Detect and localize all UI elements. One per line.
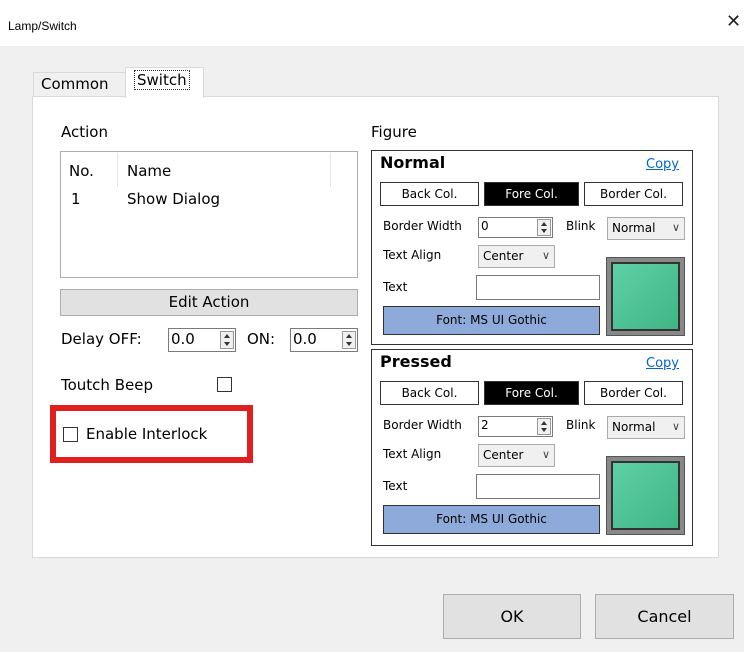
action-section-label: Action — [61, 123, 108, 141]
normal-border-width-value: 0 — [481, 219, 489, 233]
delay-off-value: 0.0 — [171, 330, 195, 348]
pressed-blink-value: Normal — [612, 420, 656, 434]
normal-preview — [606, 257, 685, 336]
window-title: Lamp/Switch — [8, 19, 77, 33]
spin-arrows-icon[interactable] — [537, 418, 551, 435]
pressed-title: Pressed — [380, 352, 452, 371]
row-no: 1 — [71, 190, 81, 208]
normal-copy-link[interactable]: Copy — [646, 157, 679, 172]
normal-border-width-label: Border Width — [383, 219, 462, 233]
pressed-border-width-label: Border Width — [383, 418, 462, 432]
pressed-text-align-value: Center — [483, 448, 524, 462]
pressed-font-button[interactable]: Font: MS UI Gothic — [383, 505, 600, 534]
pressed-back-col-button[interactable]: Back Col. — [380, 381, 479, 405]
pressed-copy-link[interactable]: Copy — [646, 356, 679, 371]
touch-beep-label: Toutch Beep — [61, 376, 153, 394]
cancel-button[interactable]: Cancel — [595, 594, 734, 639]
normal-title: Normal — [380, 153, 446, 172]
normal-border-col-button[interactable]: Border Col. — [584, 182, 683, 206]
tab-common-label: Common — [41, 75, 109, 93]
spin-arrows-icon[interactable] — [342, 331, 356, 349]
pressed-border-width-value: 2 — [481, 418, 489, 432]
normal-blink-value: Normal — [612, 221, 656, 235]
figure-normal-panel: Normal Copy Back Col. Fore Col. Border C… — [371, 150, 693, 345]
chevron-down-icon: ∨ — [541, 249, 550, 262]
normal-back-col-button[interactable]: Back Col. — [380, 182, 479, 206]
edit-action-button[interactable]: Edit Action — [60, 289, 358, 316]
pressed-text-input[interactable] — [476, 474, 600, 499]
close-icon[interactable]: ✕ — [726, 12, 744, 32]
delay-on-label: ON: — [247, 330, 276, 348]
enable-interlock-label[interactable]: Enable Interlock — [86, 425, 207, 443]
normal-border-width-stepper[interactable]: 0 — [478, 217, 553, 238]
normal-text-label: Text — [383, 280, 408, 294]
delay-off-stepper[interactable]: 0.0 — [168, 328, 236, 352]
tab-switch-label: Switch — [134, 70, 190, 90]
tab-switch[interactable]: Switch — [125, 67, 204, 98]
column-header-name[interactable]: Name — [127, 162, 171, 180]
normal-font-button[interactable]: Font: MS UI Gothic — [383, 306, 600, 335]
tab-common[interactable]: Common — [33, 72, 126, 97]
column-divider[interactable] — [117, 153, 118, 187]
row-name: Show Dialog — [127, 190, 221, 208]
spin-arrows-icon[interactable] — [537, 219, 551, 236]
pressed-preview — [606, 456, 685, 535]
normal-blink-select[interactable]: Normal ∨ — [607, 217, 685, 240]
normal-text-align-value: Center — [483, 249, 524, 263]
enable-interlock-checkbox[interactable] — [63, 427, 78, 442]
delay-off-label: Delay OFF: — [61, 330, 142, 348]
pressed-fore-col-button[interactable]: Fore Col. — [484, 381, 579, 405]
figure-section-label: Figure — [371, 123, 417, 141]
action-list[interactable]: No. Name 1 Show Dialog — [60, 151, 358, 278]
title-bar: Lamp/Switch ✕ — [0, 0, 744, 46]
column-divider[interactable] — [330, 153, 331, 187]
normal-text-input[interactable] — [476, 275, 600, 300]
normal-text-align-label: Text Align — [383, 248, 442, 262]
ok-button[interactable]: OK — [443, 594, 581, 639]
chevron-down-icon: ∨ — [671, 221, 680, 234]
chevron-down-icon: ∨ — [541, 448, 550, 461]
pressed-text-label: Text — [383, 479, 408, 493]
figure-pressed-panel: Pressed Copy Back Col. Fore Col. Border … — [371, 349, 693, 546]
pressed-blink-select[interactable]: Normal ∨ — [607, 416, 685, 439]
column-header-no[interactable]: No. — [69, 162, 94, 180]
normal-preview-lamp — [611, 262, 680, 331]
normal-blink-label: Blink — [566, 219, 596, 233]
pressed-preview-lamp — [611, 461, 680, 530]
normal-text-align-select[interactable]: Center ∨ — [478, 245, 555, 268]
pressed-text-align-select[interactable]: Center ∨ — [478, 444, 555, 467]
chevron-down-icon: ∨ — [671, 420, 680, 433]
pressed-border-width-stepper[interactable]: 2 — [478, 416, 553, 437]
touch-beep-checkbox[interactable] — [217, 377, 232, 392]
pressed-border-col-button[interactable]: Border Col. — [584, 381, 683, 405]
pressed-blink-label: Blink — [566, 418, 596, 432]
delay-on-value: 0.0 — [293, 330, 317, 348]
spin-arrows-icon[interactable] — [220, 331, 234, 349]
delay-on-stepper[interactable]: 0.0 — [290, 328, 358, 352]
normal-fore-col-button[interactable]: Fore Col. — [484, 182, 579, 206]
pressed-text-align-label: Text Align — [383, 447, 442, 461]
dialog-window: Lamp/Switch ✕ Common Switch Action No. N… — [0, 0, 744, 652]
